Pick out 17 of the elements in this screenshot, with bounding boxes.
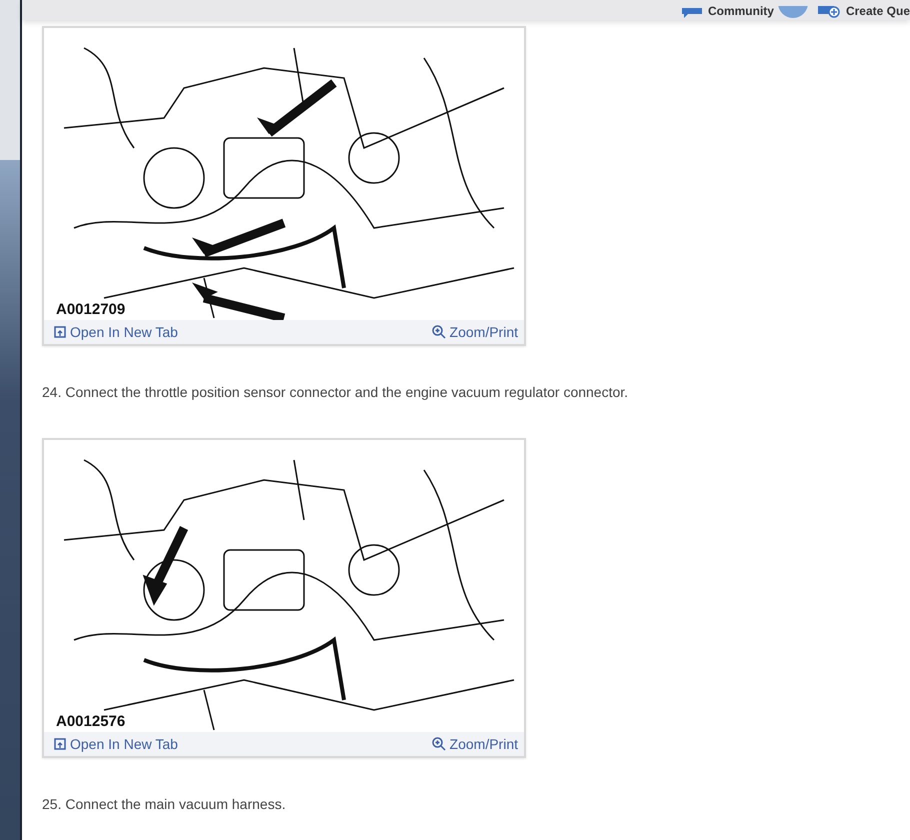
- chat-icon[interactable]: [682, 8, 704, 18]
- zoom-icon: [432, 325, 446, 339]
- new-tab-icon: [54, 738, 66, 750]
- zoom-icon: [432, 737, 446, 751]
- create-question-icon[interactable]: [818, 6, 842, 18]
- avatar-icon[interactable]: [778, 6, 808, 18]
- zoom-print-link[interactable]: Zoom/Print: [432, 324, 518, 340]
- figure-code: A0012576: [56, 713, 126, 730]
- community-link[interactable]: Community: [708, 4, 774, 18]
- create-question-link[interactable]: Create Que: [846, 4, 910, 18]
- new-tab-icon: [54, 326, 66, 338]
- open-in-new-tab-link[interactable]: Open In New Tab: [54, 736, 178, 752]
- instruction-text: 25. Connect the main vacuum harness.: [42, 796, 287, 812]
- figure-code: A0012709: [56, 301, 126, 318]
- zoom-print-link[interactable]: Zoom/Print: [432, 736, 518, 752]
- open-in-new-tab-link[interactable]: Open In New Tab: [54, 324, 178, 340]
- instruction-text: 24. Connect the throttle position sensor connector and the engine vacuum regulator connector.: [42, 384, 630, 400]
